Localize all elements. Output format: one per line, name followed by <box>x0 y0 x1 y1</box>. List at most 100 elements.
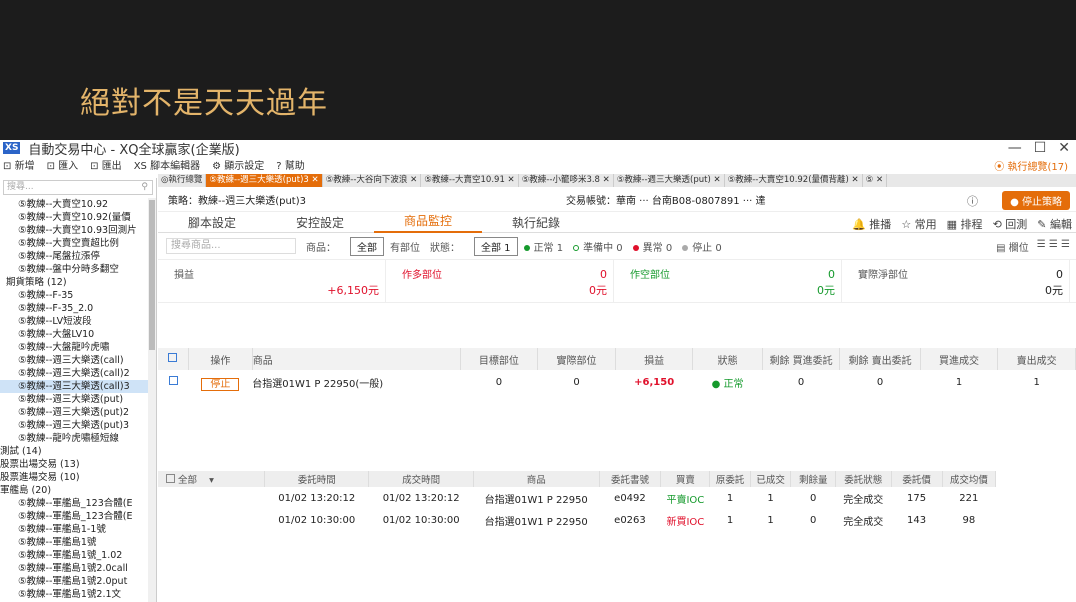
fill-time: 01/02 13:20:12 <box>382 492 460 504</box>
tree-item[interactable]: ⑤教練--軍艦島1號_1.02 <box>0 549 148 562</box>
column-header: 已成交 <box>750 471 792 487</box>
row-spacer <box>158 487 265 509</box>
tree-item[interactable]: ⑤教練--LV短波段 <box>0 315 148 328</box>
menu-help[interactable]: ? 幫助 <box>276 157 305 172</box>
tree-item[interactable]: ⑤教練--F-35 <box>0 289 148 302</box>
info-icon[interactable]: ⓘ <box>967 193 978 209</box>
column-header: 委託狀態 <box>835 471 892 487</box>
minimize-icon[interactable]: — <box>1008 140 1022 156</box>
layout-icon[interactable]: ☰ ☰ ☰ <box>1037 239 1070 254</box>
exec-total-button[interactable]: ⦿ 執行總覽(17) <box>994 158 1068 173</box>
tool-button[interactable]: ▦ 排程 <box>947 216 983 232</box>
tree-item[interactable]: ⑤教練--軍艦島1號2.0call <box>0 562 148 575</box>
menu-display-settings[interactable]: ⚙ 顯示設定 <box>212 157 264 172</box>
tool-button[interactable]: ✎ 編輯 <box>1037 216 1072 232</box>
tree-item[interactable]: 軍艦島 (20) <box>0 484 148 497</box>
status-all-button[interactable]: 全部 1 <box>474 236 518 256</box>
subtab[interactable]: 安控設定 <box>266 214 374 231</box>
tree-item[interactable]: ⑤教練--週三大樂透(call)2 <box>0 367 148 380</box>
maximize-icon[interactable]: ☐ <box>1034 140 1047 156</box>
order-product: 台指選01W1 P 22950 <box>484 516 588 528</box>
remaining-qty: 0 <box>810 492 817 504</box>
strategy-tab[interactable]: ⑤教練--大谷向下波浪 ✕ <box>323 174 422 187</box>
filled-qty: 1 <box>767 514 774 526</box>
column-header: 剩餘 買進委託 <box>762 348 841 370</box>
subtab[interactable]: 執行紀錄 <box>482 214 590 231</box>
summary-label: 損益 <box>174 270 194 281</box>
strategy-tab[interactable]: ⑤教練--週三大樂透(put) ✕ <box>614 174 725 187</box>
tool-button[interactable]: 🔔 推播 <box>852 216 891 232</box>
app-window: XS 自動交易中心 - XQ全球贏家(企業版) — ☐ ✕ ⊡ 新增 ⊡ 匯入 … <box>0 140 1076 602</box>
strategy-tab[interactable]: ⑤ ✕ <box>863 174 888 187</box>
strategy-tab[interactable]: ⑤教練--大賣空10.91 ✕ <box>421 174 519 187</box>
stop-strategy-button[interactable]: ● 停止策略 <box>1002 191 1070 210</box>
tree-item[interactable]: ⑤教練--週三大樂透(call)3 <box>0 380 148 393</box>
position-table: 操作 商品 目標部位 實際部位 損益 狀態 剩餘 買進委託 剩餘 賣出委託 買進成交 賣出成交 停… <box>158 348 1076 394</box>
order-number: e0492 <box>614 492 646 504</box>
columns-button[interactable]: ▤ 欄位 <box>996 239 1029 254</box>
tree-item[interactable]: ⑤教練--軍艦島1號2.1文 <box>0 588 148 601</box>
remaining-buy: 0 <box>797 376 805 388</box>
tree-item[interactable]: ⑤教練--軍艦島1號 <box>0 536 148 549</box>
tree-item[interactable]: ⑤教練--軍艦島_123合體(E <box>0 497 148 510</box>
select-all-checkbox[interactable] <box>158 348 189 370</box>
avg-fill-price: 98 <box>962 514 976 526</box>
column-header: 目標部位 <box>460 348 539 370</box>
tree-item[interactable]: ⑤教練--週三大樂透(put)3 <box>0 419 148 432</box>
tree-item[interactable]: ⑤教練--大賣空10.92 <box>0 198 148 211</box>
tree-item[interactable]: ⑤教練--大盤龍吟虎嘯 <box>0 341 148 354</box>
tree-item[interactable]: ⑤教練--大賣空賣超比例 <box>0 237 148 250</box>
tree-item[interactable]: ⑤教練--週三大樂透(call) <box>0 354 148 367</box>
search-icon: ⚲ <box>141 182 148 192</box>
tree-item[interactable]: 測試 (14) <box>0 445 148 458</box>
close-icon[interactable]: ✕ <box>1058 140 1070 156</box>
product-search-input[interactable]: 搜尋商品... <box>166 238 296 254</box>
subtab[interactable]: 商品監控 <box>374 212 482 233</box>
strategy-tab[interactable]: ⑤教練--大賣空10.92(量價背離) ✕ <box>725 174 863 187</box>
stop-button[interactable]: 停止 <box>188 370 252 394</box>
tree-item[interactable]: ⑤教練--週三大樂透(put) <box>0 393 148 406</box>
tree-item[interactable]: ⑤教練--軍艦島1-1號 <box>0 523 148 536</box>
filter-has-position[interactable]: 有部位 <box>390 239 420 254</box>
sidebar-scrollbar[interactable] <box>148 198 156 602</box>
menu-import[interactable]: ⊡ 匯入 <box>47 157 79 172</box>
menu-new[interactable]: ⊡ 新增 <box>3 157 35 172</box>
status-ready[interactable]: 準備中 0 <box>573 239 623 254</box>
tool-button[interactable]: ⟲ 回測 <box>993 216 1028 232</box>
tree-item[interactable]: 股票進場交易 (10) <box>0 471 148 484</box>
order-price: 175 <box>907 492 927 504</box>
strategy-tab[interactable]: ◎執行總覽 <box>158 174 207 187</box>
column-header: 操作 <box>188 348 253 370</box>
tool-button[interactable]: ☆ 常用 <box>901 216 936 232</box>
tree-item[interactable]: ⑤教練--盤中分時多翻空 <box>0 263 148 276</box>
strategy-search-input[interactable]: 搜尋... ⚲ <box>3 180 153 195</box>
tree-item[interactable]: ⑤教練--軍艦島1號2.0put <box>0 575 148 588</box>
tree-item[interactable]: 股票出場交易 (13) <box>0 458 148 471</box>
menu-script-editor[interactable]: XS 腳本編輯器 <box>134 157 200 172</box>
subtab[interactable]: 腳本設定 <box>158 214 266 231</box>
filter-all-button[interactable]: 全部 <box>350 236 384 256</box>
table-row: 01/02 13:20:12 01/02 13:20:12 台指選01W1 P 22… <box>158 487 996 509</box>
tree-item[interactable]: ⑤教練--大賣空10.93回測片 <box>0 224 148 237</box>
tree-item[interactable]: ⑤教練--龍吟虎嘯極短線 <box>0 432 148 445</box>
menu-export[interactable]: ⊡ 匯出 <box>90 157 122 172</box>
status-normal[interactable]: 正常 1 <box>523 239 563 254</box>
order-filter-dropdown[interactable]: 全部 ▾ <box>158 471 266 487</box>
summary-amount: 0元 <box>1045 284 1063 297</box>
buy-filled: 1 <box>955 376 963 388</box>
status-stopped[interactable]: 停止 0 <box>682 239 722 254</box>
status-abnormal[interactable]: 異常 0 <box>632 239 672 254</box>
tree-item[interactable]: ⑤教練--週三大樂透(put)2 <box>0 406 148 419</box>
tree-item[interactable]: ⑤教練--大賣空10.92(量價 <box>0 211 148 224</box>
tree-item[interactable]: ⑤教練--F-35_2.0 <box>0 302 148 315</box>
tree-item[interactable]: ⑤教練--尾盤拉漲停 <box>0 250 148 263</box>
tree-item[interactable]: ⑤教練--軍艦島_123合體(E <box>0 510 148 523</box>
stop-button-label[interactable]: 停止 <box>201 377 240 391</box>
row-checkbox[interactable] <box>158 370 188 394</box>
column-header: 委託時間 <box>264 471 370 487</box>
tree-item[interactable]: ⑤教練--大盤LV10 <box>0 328 148 341</box>
status-cell: ● 正常 <box>711 378 744 390</box>
strategy-tab[interactable]: ⑤教練--小籠哆米3.8 ✕ <box>519 174 614 187</box>
tree-item[interactable]: 期貨策略 (12) <box>0 276 148 289</box>
strategy-tab[interactable]: ⑤教練--週三大樂透(put)3 ✕ <box>206 174 323 187</box>
